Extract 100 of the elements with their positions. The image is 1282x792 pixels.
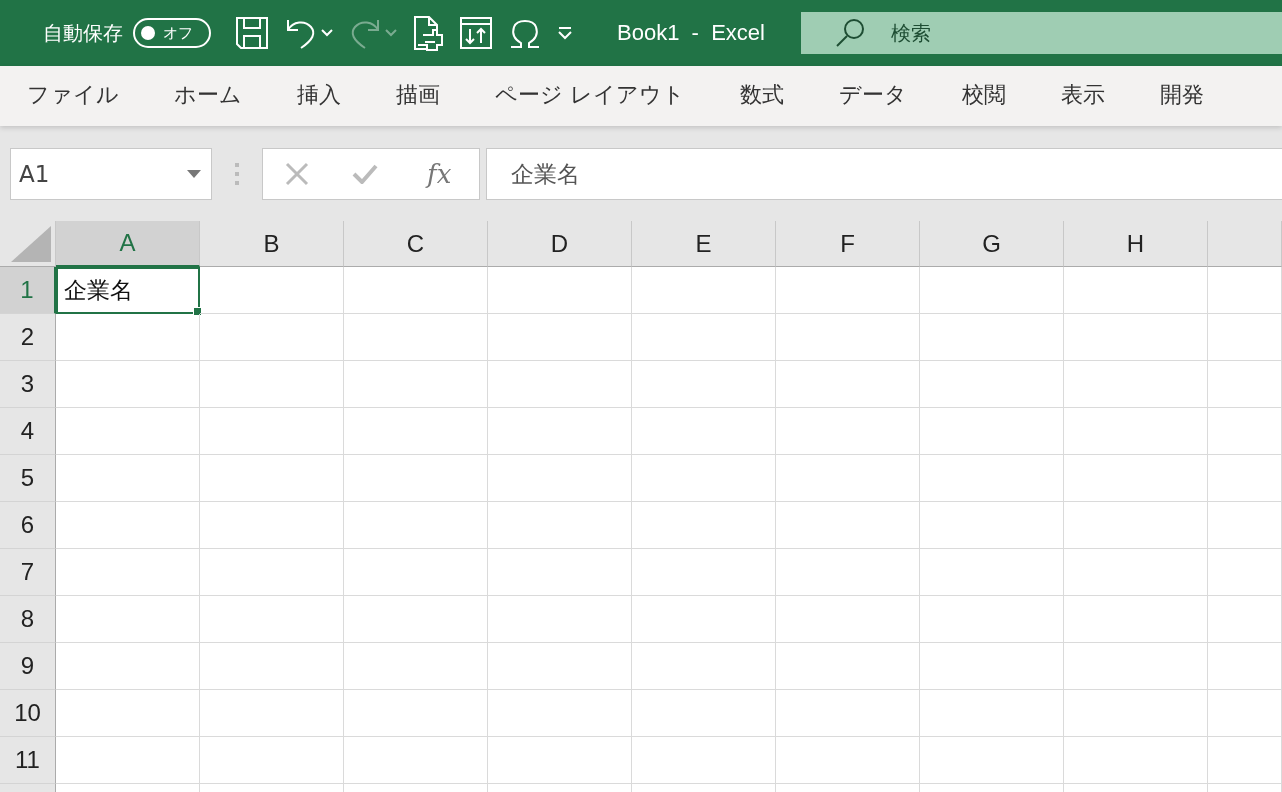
table-cell[interactable] bbox=[920, 549, 1064, 596]
table-cell[interactable] bbox=[920, 690, 1064, 737]
table-cell[interactable] bbox=[488, 549, 632, 596]
table-cell[interactable] bbox=[56, 455, 200, 502]
table-cell[interactable] bbox=[1064, 596, 1208, 643]
table-cell[interactable] bbox=[344, 408, 488, 455]
search-field[interactable]: 検索 bbox=[800, 12, 1282, 54]
table-cell[interactable] bbox=[776, 690, 920, 737]
ribbon-tab[interactable]: データ bbox=[839, 66, 907, 126]
table-cell[interactable] bbox=[632, 267, 776, 314]
table-cell[interactable] bbox=[1064, 643, 1208, 690]
table-cell[interactable] bbox=[1208, 596, 1282, 643]
table-cell[interactable] bbox=[56, 408, 200, 455]
table-cell[interactable] bbox=[920, 643, 1064, 690]
table-cell[interactable] bbox=[776, 596, 920, 643]
table-cell[interactable] bbox=[632, 361, 776, 408]
table-cell[interactable] bbox=[920, 361, 1064, 408]
table-cell[interactable] bbox=[488, 361, 632, 408]
table-cell[interactable] bbox=[776, 408, 920, 455]
table-cell[interactable] bbox=[920, 314, 1064, 361]
insert-function-button[interactable]: fx bbox=[421, 158, 458, 190]
formula-input[interactable]: 企業名 bbox=[486, 148, 1282, 200]
table-cell[interactable] bbox=[200, 267, 344, 314]
select-all-button[interactable] bbox=[0, 221, 56, 267]
table-cell[interactable] bbox=[488, 690, 632, 737]
check-icon[interactable] bbox=[351, 164, 378, 184]
table-cell[interactable] bbox=[776, 314, 920, 361]
table-cell[interactable] bbox=[776, 455, 920, 502]
ribbon-tab[interactable]: 表示 bbox=[1061, 66, 1105, 126]
table-cell[interactable] bbox=[920, 455, 1064, 502]
row-header[interactable]: 10 bbox=[0, 690, 56, 737]
table-cell[interactable] bbox=[200, 690, 344, 737]
table-cell[interactable] bbox=[488, 455, 632, 502]
table-cell[interactable] bbox=[1064, 408, 1208, 455]
table-cell[interactable] bbox=[920, 596, 1064, 643]
table-cell[interactable] bbox=[632, 643, 776, 690]
ribbon-tab[interactable]: ページ レイアウト bbox=[495, 66, 685, 126]
column-header[interactable] bbox=[1208, 221, 1282, 267]
table-cell[interactable] bbox=[632, 408, 776, 455]
table-cell[interactable] bbox=[56, 690, 200, 737]
row-header[interactable]: 6 bbox=[0, 502, 56, 549]
print-preview-button[interactable] bbox=[413, 15, 443, 51]
table-cell[interactable] bbox=[200, 643, 344, 690]
column-header[interactable]: A bbox=[56, 221, 200, 267]
table-cell[interactable] bbox=[56, 549, 200, 596]
symbol-button[interactable] bbox=[509, 17, 541, 49]
table-cell[interactable] bbox=[56, 737, 200, 784]
table-cell[interactable] bbox=[200, 549, 344, 596]
ribbon-tab[interactable]: 数式 bbox=[740, 66, 784, 126]
table-cell[interactable] bbox=[920, 502, 1064, 549]
table-cell[interactable] bbox=[344, 596, 488, 643]
cancel-icon[interactable] bbox=[284, 162, 309, 186]
table-cell[interactable] bbox=[1064, 549, 1208, 596]
table-cell[interactable] bbox=[344, 455, 488, 502]
table-cell[interactable] bbox=[488, 408, 632, 455]
table-cell[interactable] bbox=[200, 502, 344, 549]
column-header[interactable]: B bbox=[200, 221, 344, 267]
row-header[interactable]: 7 bbox=[0, 549, 56, 596]
row-header[interactable]: 3 bbox=[0, 361, 56, 408]
table-cell[interactable] bbox=[632, 549, 776, 596]
customize-button[interactable] bbox=[557, 26, 573, 40]
table-cell[interactable] bbox=[200, 408, 344, 455]
fill-handle[interactable] bbox=[193, 307, 202, 316]
table-cell[interactable] bbox=[56, 643, 200, 690]
table-cell[interactable] bbox=[920, 408, 1064, 455]
table-cell[interactable] bbox=[776, 643, 920, 690]
row-header[interactable]: 8 bbox=[0, 596, 56, 643]
table-cell[interactable] bbox=[56, 314, 200, 361]
column-header[interactable]: G bbox=[920, 221, 1064, 267]
table-cell[interactable] bbox=[776, 737, 920, 784]
table-cell[interactable] bbox=[56, 596, 200, 643]
column-header[interactable]: D bbox=[488, 221, 632, 267]
table-cell[interactable] bbox=[1208, 502, 1282, 549]
table-cell[interactable]: 企業名 bbox=[56, 267, 200, 314]
name-box[interactable]: A1 bbox=[10, 148, 212, 200]
table-cell[interactable] bbox=[200, 737, 344, 784]
table-cell[interactable] bbox=[488, 502, 632, 549]
ribbon-tab[interactable]: 挿入 bbox=[297, 66, 341, 126]
table-cell[interactable] bbox=[632, 690, 776, 737]
table-cell[interactable] bbox=[1064, 455, 1208, 502]
table-cell[interactable] bbox=[1208, 690, 1282, 737]
table-cell[interactable] bbox=[200, 314, 344, 361]
table-cell[interactable] bbox=[776, 549, 920, 596]
table-cell[interactable] bbox=[344, 549, 488, 596]
table-cell[interactable] bbox=[344, 314, 488, 361]
table-cell[interactable] bbox=[1064, 690, 1208, 737]
ribbon-tab[interactable]: ホーム bbox=[174, 66, 242, 126]
table-cell[interactable] bbox=[1208, 361, 1282, 408]
table-cell[interactable] bbox=[1064, 314, 1208, 361]
column-header[interactable]: E bbox=[632, 221, 776, 267]
table-cell[interactable] bbox=[488, 267, 632, 314]
row-header[interactable]: 11 bbox=[0, 737, 56, 784]
table-cell[interactable] bbox=[488, 314, 632, 361]
table-cell[interactable] bbox=[344, 267, 488, 314]
table-cell[interactable] bbox=[776, 361, 920, 408]
table-cell[interactable] bbox=[632, 737, 776, 784]
table-cell[interactable] bbox=[344, 361, 488, 408]
table-cell[interactable] bbox=[920, 737, 1064, 784]
table-cell[interactable] bbox=[1208, 643, 1282, 690]
table-cell[interactable] bbox=[920, 267, 1064, 314]
